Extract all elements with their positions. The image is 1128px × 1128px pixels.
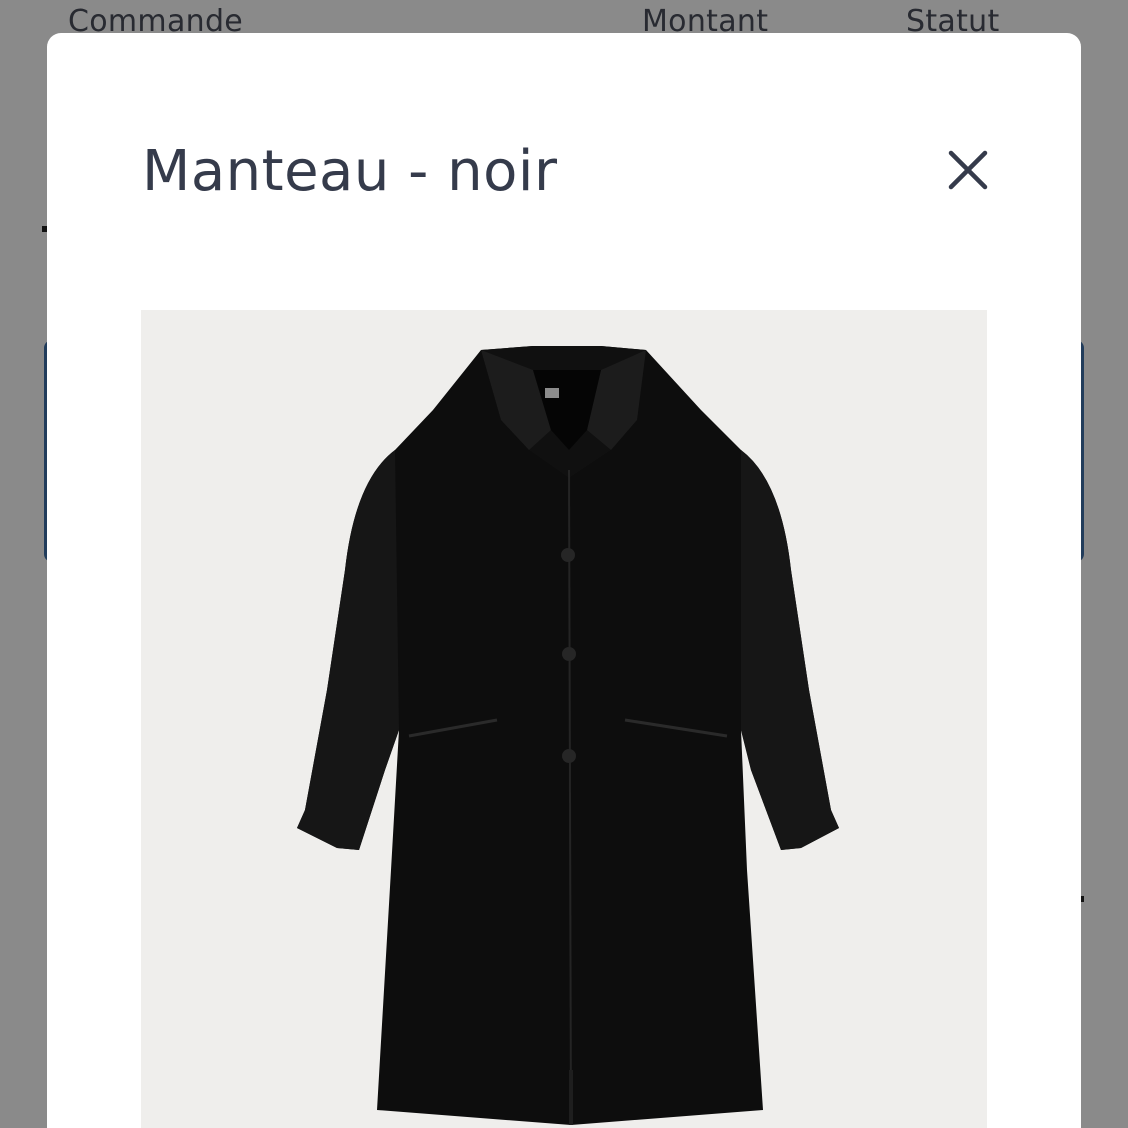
coat-illustration [297, 346, 839, 1126]
close-button[interactable] [943, 145, 993, 195]
close-icon [948, 150, 988, 190]
product-image [141, 310, 987, 1128]
product-modal: Manteau - noir [47, 33, 1081, 1128]
modal-title: Manteau - noir [142, 139, 558, 204]
